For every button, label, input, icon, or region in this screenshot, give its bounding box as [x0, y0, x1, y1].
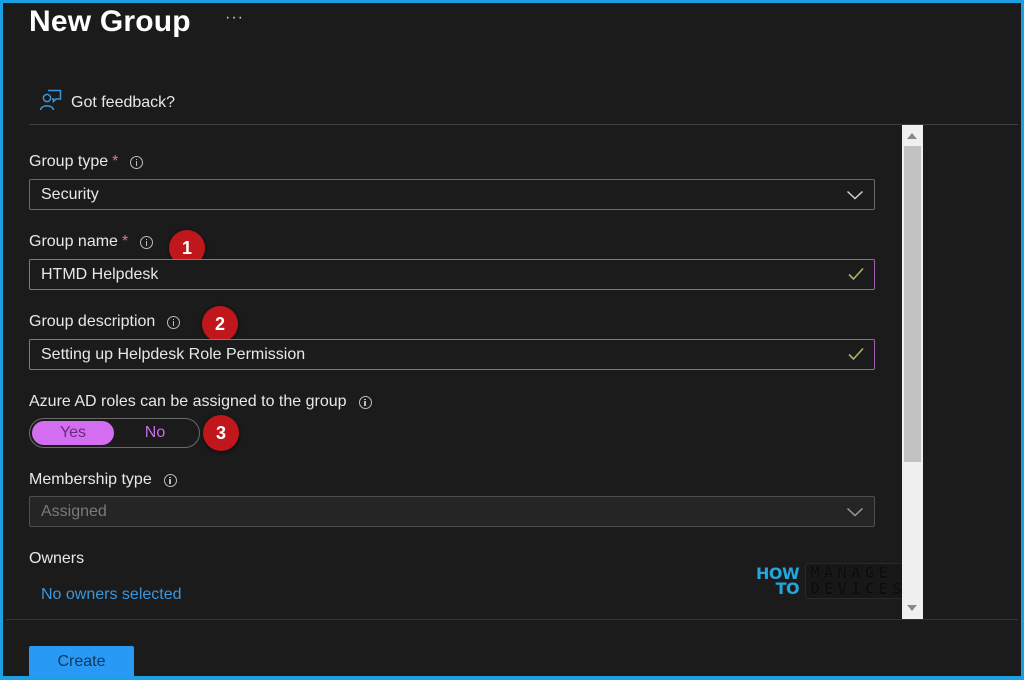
info-icon[interactable] [163, 473, 177, 487]
watermark-logo: HOW TO MANAGE DEVICES [756, 563, 911, 599]
toggle-option-no[interactable]: No [114, 421, 196, 445]
scroll-down-arrow-icon[interactable] [907, 605, 917, 611]
create-button[interactable]: Create [29, 646, 134, 678]
group-name-label-text: Group name [29, 233, 118, 250]
membership-type-value: Assigned [41, 502, 107, 520]
required-marker: * [121, 233, 129, 250]
group-description-value: Setting up Helpdesk Role Permission [41, 345, 306, 363]
membership-type-dropdown: Assigned [29, 496, 875, 527]
group-type-value: Security [41, 185, 99, 203]
info-icon[interactable] [130, 155, 144, 169]
checkmark-icon [848, 267, 864, 286]
group-type-label: Group type * [29, 153, 144, 171]
step-badge-2: 2 [202, 306, 238, 342]
azure-ad-roles-label-text: Azure AD roles can be assigned to the gr… [29, 393, 347, 410]
azure-ad-roles-label: Azure AD roles can be assigned to the gr… [29, 393, 372, 411]
group-description-input[interactable]: Setting up Helpdesk Role Permission [29, 339, 875, 370]
chevron-down-icon [846, 505, 864, 523]
header-divider [29, 124, 1018, 125]
group-name-label: Group name * [29, 233, 154, 251]
watermark-how-to: HOW TO [756, 566, 800, 598]
info-icon[interactable] [167, 315, 181, 329]
owners-label: Owners [29, 550, 85, 567]
group-name-input[interactable]: HTMD Helpdesk [29, 259, 875, 290]
toggle-option-yes[interactable]: Yes [32, 421, 114, 445]
watermark-devices: DEVICES [810, 579, 906, 598]
watermark-to: TO [775, 579, 800, 598]
step-badge-3: 3 [203, 415, 239, 451]
group-type-dropdown[interactable]: Security [29, 179, 875, 210]
more-options-button[interactable]: ··· [225, 9, 244, 27]
azure-ad-roles-toggle[interactable]: Yes No [29, 418, 200, 448]
group-name-value: HTMD Helpdesk [41, 265, 159, 283]
group-type-label-text: Group type [29, 153, 109, 170]
info-icon[interactable] [140, 235, 154, 249]
scroll-up-arrow-icon[interactable] [907, 133, 917, 139]
window-frame: New Group ··· Got feedback? Group type *… [0, 0, 1024, 680]
feedback-button[interactable]: Got feedback? [39, 89, 175, 116]
feedback-label: Got feedback? [71, 93, 176, 111]
feedback-icon [39, 89, 62, 116]
vertical-scrollbar[interactable] [902, 125, 923, 619]
footer-divider [6, 619, 1018, 620]
required-marker: * [112, 153, 119, 170]
scrollbar-thumb[interactable] [904, 146, 921, 462]
membership-type-label: Membership type [29, 471, 177, 489]
checkmark-icon [848, 347, 864, 366]
info-icon[interactable] [358, 395, 372, 409]
watermark-manage-devices: MANAGE DEVICES [805, 563, 911, 599]
no-owners-selected-link[interactable]: No owners selected [41, 586, 182, 604]
group-description-label-text: Group description [29, 313, 156, 330]
chevron-down-icon [846, 188, 864, 206]
page-title: New Group [29, 5, 191, 38]
group-description-label: Group description [29, 313, 181, 331]
membership-type-label-text: Membership type [29, 471, 152, 488]
